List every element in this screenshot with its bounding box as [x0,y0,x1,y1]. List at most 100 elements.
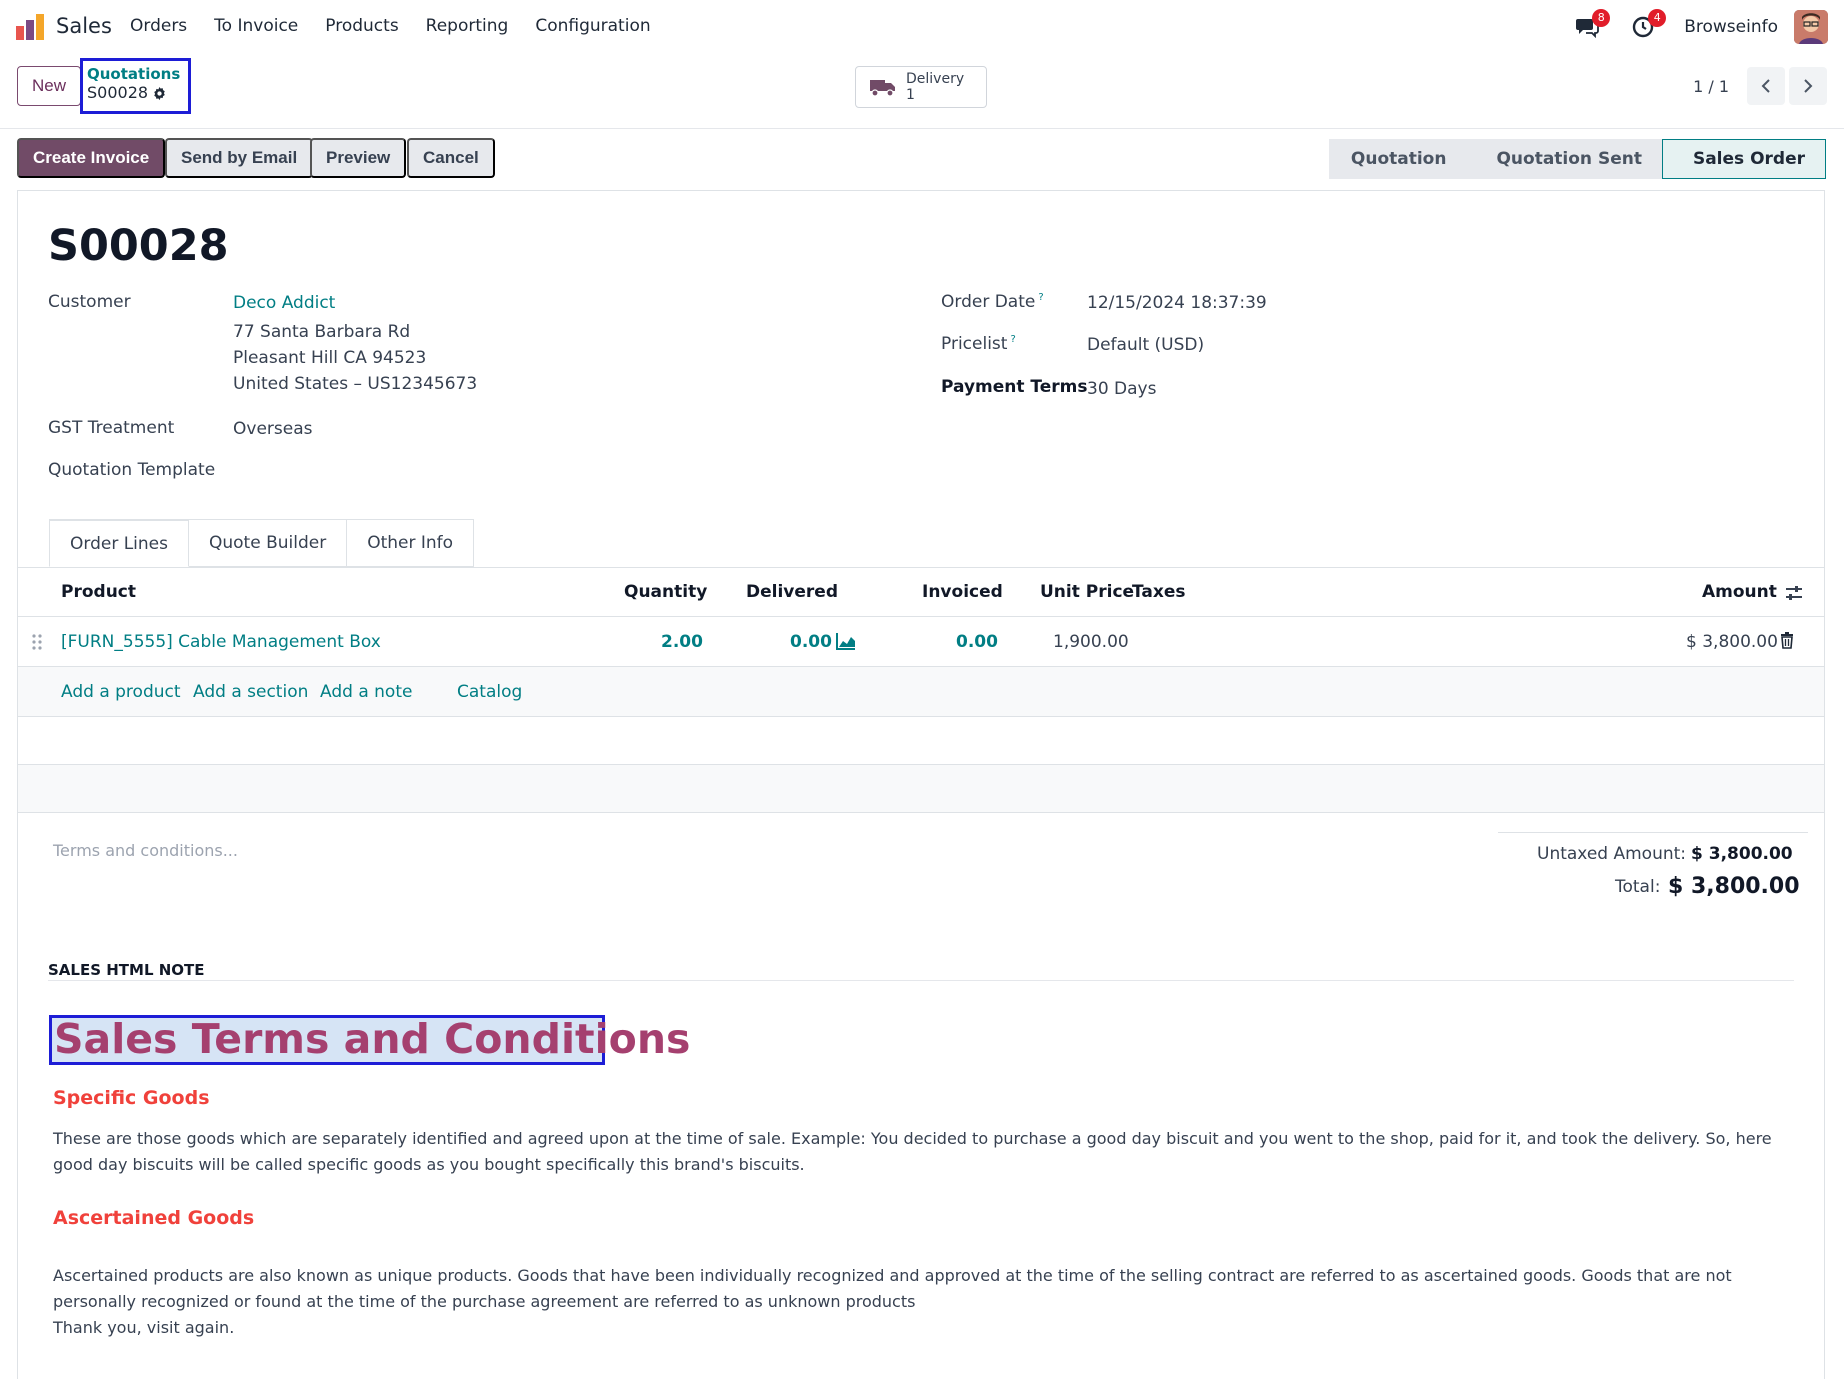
quotation-template-label: Quotation Template [48,460,216,480]
notebook-tabs: Order Lines Quote Builder Other Info [49,519,475,567]
pricelist-label-text: Pricelist [941,334,1008,354]
pager-next-button[interactable] [1789,67,1827,105]
menu-orders[interactable]: Orders [130,16,187,36]
tab-other-info[interactable]: Other Info [347,519,475,567]
nav-systray: 8 4 Browseinfo [1572,9,1828,44]
gear-icon[interactable] [152,86,167,101]
add-section-link[interactable]: Add a section [193,682,308,702]
payment-terms-field[interactable]: 30 Days [1087,379,1156,399]
col-amount[interactable]: Amount [1702,582,1777,602]
delivery-smart-button[interactable]: Delivery 1 [855,66,987,108]
avatar-icon [1794,10,1828,44]
row-amount: $ 3,800.00 [1686,632,1778,652]
address-line-2: Pleasant Hill CA 94523 [233,348,427,368]
col-invoiced[interactable]: Invoiced [922,582,1003,602]
breadcrumb-current-label: S00028 [87,83,149,102]
control-panel: New Quotations S00028 Delivery 1 1 / 1 [0,54,1844,129]
note-heading[interactable]: Sales Terms and Conditions [49,1015,690,1065]
drag-handle-icon[interactable] [31,633,43,651]
chevron-left-icon [1761,79,1770,93]
create-invoice-button[interactable]: Create Invoice [17,138,166,178]
user-avatar[interactable] [1794,10,1828,44]
pricelist-help-icon[interactable]: ? [1010,334,1015,345]
column-settings-icon[interactable] [1784,584,1804,602]
app-name[interactable]: Sales [56,14,112,38]
trash-icon[interactable] [1780,632,1794,649]
delivery-smart-text: Delivery 1 [906,71,964,103]
pricelist-label: Pricelist? [941,334,1016,354]
breadcrumb-current: S00028 [87,83,184,103]
terms-conditions-input[interactable]: Terms and conditions... [53,841,238,860]
col-unit-price[interactable]: Unit Price [1040,582,1134,602]
tab-order-lines[interactable]: Order Lines [49,519,189,567]
empty-row [18,717,1824,765]
activities-badge: 4 [1648,9,1667,27]
row-quantity[interactable]: 2.00 [661,632,703,652]
divider [48,980,1794,981]
delivery-count: 1 [906,87,915,103]
form-sheet: S00028 Customer Deco Addict 77 Santa Bar… [17,190,1825,1379]
menu-to-invoice[interactable]: To Invoice [214,16,298,36]
new-button[interactable]: New [17,66,81,106]
order-name: S00028 [48,221,229,271]
row-product[interactable]: [FURN_5555] Cable Management Box [61,632,381,652]
stage-sales-order[interactable]: Sales Order [1661,139,1826,179]
pager-previous-button[interactable] [1747,67,1785,105]
menu-configuration[interactable]: Configuration [535,16,650,36]
menu-products[interactable]: Products [325,16,398,36]
delivery-label: Delivery [906,71,965,87]
col-quantity[interactable]: Quantity [624,582,707,602]
address-line-1: 77 Santa Barbara Rd [233,322,411,342]
gst-treatment-field[interactable]: Overseas [233,419,312,439]
messages-button[interactable]: 8 [1572,9,1611,42]
chevron-right-icon [1804,79,1813,93]
order-lines-header: Product Quantity Delivered Invoiced Unit… [18,567,1824,617]
total-value: $ 3,800.00 [1668,874,1800,899]
row-delivered[interactable]: 0.00 [790,632,832,652]
tab-quote-builder[interactable]: Quote Builder [189,519,348,567]
note-subheading-ascertained-goods[interactable]: Ascertained Goods [53,1207,254,1229]
note-subheading-specific-goods[interactable]: Specific Goods [53,1087,210,1109]
col-product[interactable]: Product [61,582,136,602]
empty-row [18,765,1824,813]
breadcrumb-quotations[interactable]: Quotations [87,65,184,83]
forecast-chart-icon[interactable] [836,632,856,650]
totals-block: Untaxed Amount: $ 3,800.00 Total: $ 3,80… [1498,832,1808,899]
cancel-button[interactable]: Cancel [407,138,495,178]
status-bar: Create Invoice Send by Email Preview Can… [0,138,1844,182]
breadcrumb: Quotations S00028 [80,58,191,114]
add-product-link[interactable]: Add a product [61,682,181,702]
order-date-label-text: Order Date [941,292,1036,312]
payment-terms-label: Payment Terms [941,377,1088,397]
row-invoiced[interactable]: 0.00 [956,632,998,652]
col-taxes[interactable]: Taxes [1132,582,1186,602]
catalog-link[interactable]: Catalog [457,682,522,702]
truck-icon [870,80,895,97]
pager: 1 / 1 [1693,67,1827,105]
sales-app-icon[interactable] [16,14,44,40]
total-label: Total: [1615,877,1661,897]
add-line-row: Add a product Add a section Add a note C… [18,667,1824,717]
note-paragraph-thanks[interactable]: Thank you, visit again. [53,1315,1813,1341]
col-delivered[interactable]: Delivered [746,582,838,602]
untaxed-amount-value: $ 3,800.00 [1691,844,1793,864]
company-name[interactable]: Browseinfo [1684,17,1778,37]
pager-value[interactable]: 1 / 1 [1693,77,1729,96]
pricelist-field[interactable]: Default (USD) [1087,335,1204,355]
stage-quotation[interactable]: Quotation [1328,139,1467,179]
send-by-email-button[interactable]: Send by Email [165,138,314,178]
row-unit-price[interactable]: 1,900.00 [1053,632,1129,652]
stage-quotation-sent[interactable]: Quotation Sent [1466,139,1662,179]
customer-link[interactable]: Deco Addict [233,293,335,313]
note-paragraph-specific-goods[interactable]: These are those goods which are separate… [53,1126,1813,1178]
note-paragraph-ascertained-goods[interactable]: Ascertained products are also known as u… [53,1263,1813,1315]
activities-button[interactable]: 4 [1628,9,1667,42]
add-note-link[interactable]: Add a note [320,682,412,702]
table-row[interactable]: [FURN_5555] Cable Management Box 2.00 0.… [18,617,1824,667]
stage-pipeline: Quotation Quotation Sent Sales Order [1328,139,1826,179]
order-date-help-icon[interactable]: ? [1038,292,1043,303]
order-date-field[interactable]: 12/15/2024 18:37:39 [1087,293,1267,313]
menu-reporting[interactable]: Reporting [426,16,509,36]
customer-label: Customer [48,292,131,312]
preview-button[interactable]: Preview [310,138,407,178]
